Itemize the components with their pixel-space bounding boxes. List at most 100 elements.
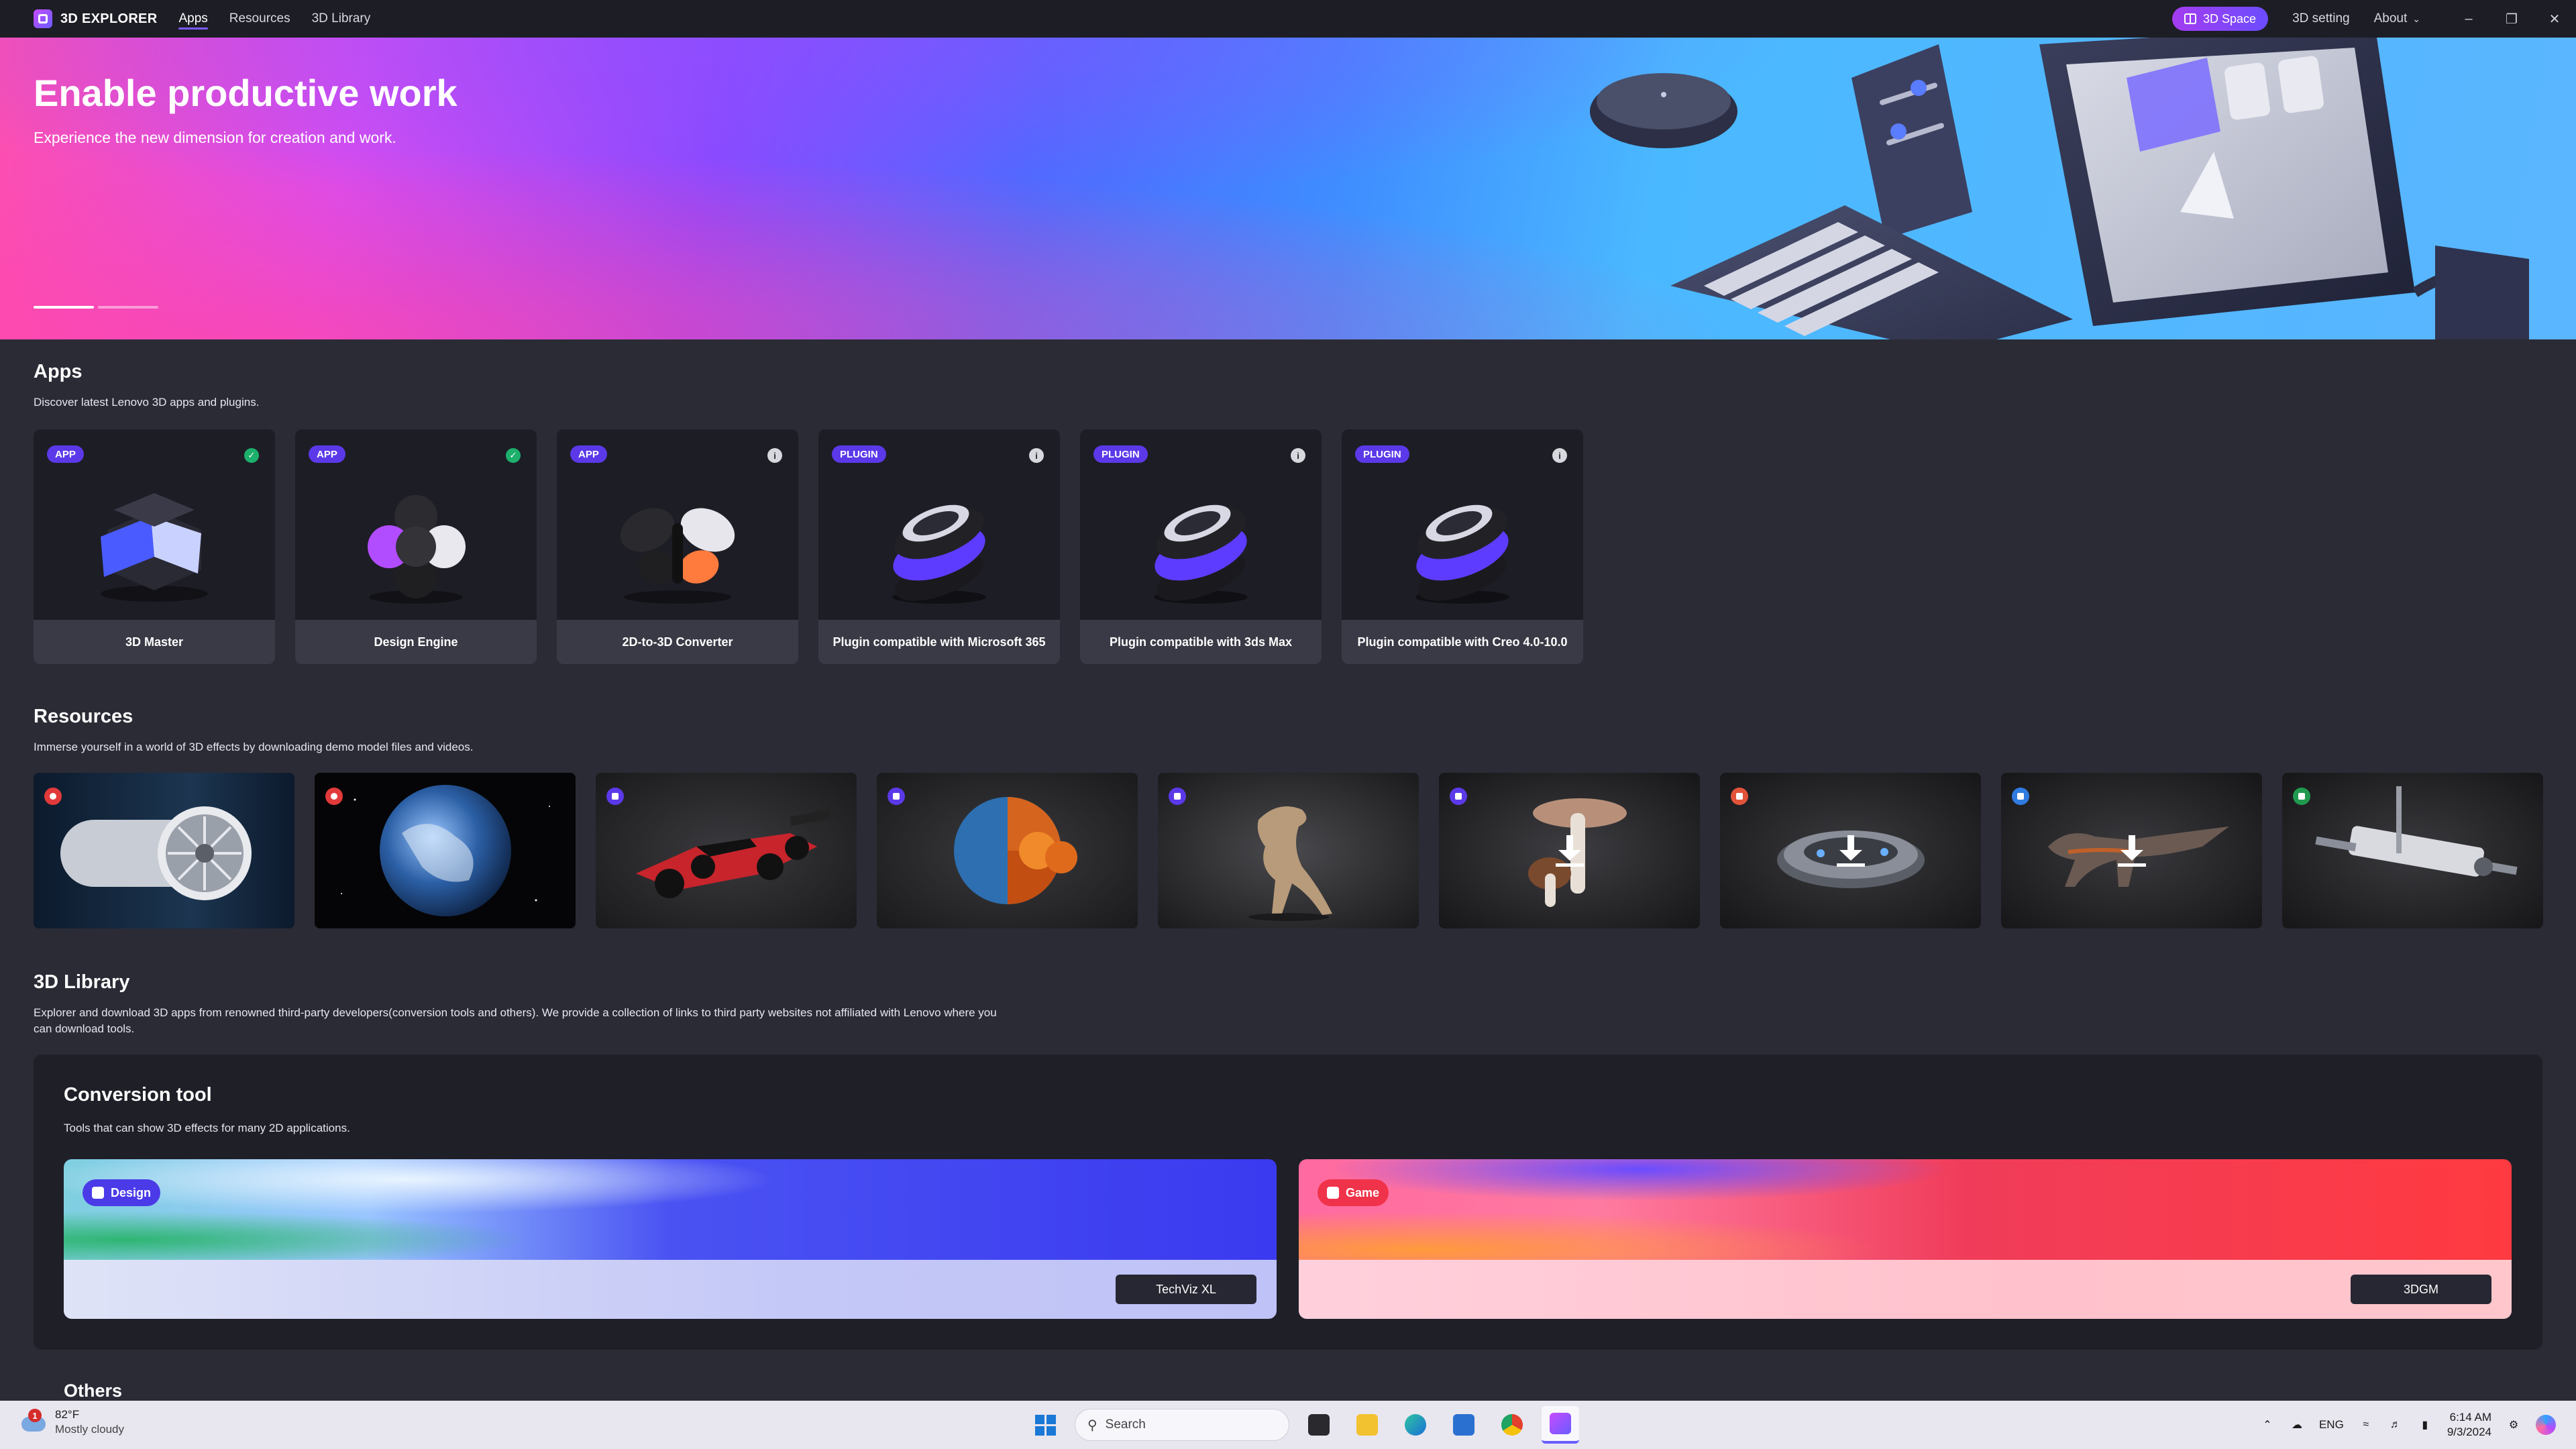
3d-space-label: 3D Space — [2203, 11, 2257, 25]
app-card-2d-to-3d-converter[interactable]: APP i 2D-to-3D Converter — [557, 429, 798, 664]
title-bar-right: 3D Space 3D setting About ⌄ – ❐ ✕ — [2172, 0, 2576, 38]
resource-card-jet-engine[interactable] — [34, 773, 294, 928]
app-card-plugin-3ds-max[interactable]: PLUGIN i Plugin compatible with 3ds Max — [1080, 429, 1322, 664]
plugin-lens-icon — [892, 504, 986, 604]
task-view-app[interactable] — [1300, 1406, 1338, 1444]
resource-card-disc-device[interactable] — [1720, 773, 1981, 928]
chrome-browser-icon — [1501, 1414, 1523, 1436]
close-button[interactable]: ✕ — [2533, 0, 2576, 38]
resource-card-earth[interactable] — [315, 773, 576, 928]
app-logo-icon — [34, 9, 52, 28]
resource-card-mushroom[interactable] — [1439, 773, 1700, 928]
resource-card-earth-core[interactable] — [877, 773, 1138, 928]
design-icon — [92, 1187, 104, 1199]
3dgm-button[interactable]: 3DGM — [2351, 1275, 2491, 1304]
taskbar-search[interactable]: ⚲ Search — [1075, 1409, 1289, 1441]
nav-apps[interactable]: Apps — [178, 0, 209, 38]
windows-taskbar: 1 82°F Mostly cloudy ⚲ Search ⌃ ☁ ENG ≈ … — [0, 1401, 2576, 1449]
search-placeholder: Search — [1105, 1417, 1146, 1432]
brand-name: 3D EXPLORER — [60, 11, 158, 26]
folder-icon — [1356, 1414, 1378, 1436]
tool-category-tag: Game — [1318, 1179, 1389, 1206]
download-icon[interactable] — [1554, 834, 1585, 867]
resource-card-dinosaur[interactable] — [2001, 773, 2262, 928]
app-type-badge: PLUGIN — [1093, 445, 1148, 463]
app-card-design-engine[interactable]: APP ✓ Design Engine — [295, 429, 537, 664]
resource-card-race-car[interactable] — [596, 773, 857, 928]
app-type-badge: PLUGIN — [832, 445, 886, 463]
resource-card-space-telescope[interactable] — [2282, 773, 2543, 928]
restore-button[interactable]: ❐ — [2490, 0, 2533, 38]
chevron-up-icon[interactable]: ⌃ — [2260, 1417, 2275, 1432]
others-section-title: Others — [64, 1381, 123, 1401]
clock[interactable]: 6:14 AM 9/3/2024 — [2447, 1410, 2491, 1440]
download-icon[interactable] — [1835, 834, 1866, 867]
app-card-plugin-microsoft-365[interactable]: PLUGIN i Plugin compatible with Microsof… — [818, 429, 1060, 664]
model-resource-icon — [1450, 788, 1467, 805]
cloud-sync-icon[interactable]: ☁ — [2290, 1417, 2304, 1432]
store-app[interactable] — [1445, 1406, 1483, 1444]
3d-setting-link[interactable]: 3D setting — [2292, 11, 2350, 26]
chrome-app[interactable] — [1493, 1406, 1531, 1444]
app-name: Plugin compatible with Creo 4.0-10.0 — [1342, 620, 1583, 664]
edge-browser-icon — [1405, 1414, 1426, 1436]
nav-3d-library[interactable]: 3D Library — [312, 0, 371, 38]
resource-card-t-rex[interactable] — [1158, 773, 1419, 928]
hero-banner[interactable]: Enable productive work Experience the ne… — [0, 38, 2576, 339]
3d-space-button[interactable]: 3D Space — [2172, 7, 2269, 31]
info-icon[interactable]: i — [1552, 448, 1567, 463]
tool-card-techviz[interactable]: Design TechViz XL — [64, 1159, 1277, 1319]
document-resource-icon — [2012, 788, 2029, 805]
file-explorer-app[interactable] — [1348, 1406, 1386, 1444]
app-name: Plugin compatible with 3ds Max — [1080, 620, 1322, 664]
volume-icon[interactable]: ♬ — [2388, 1417, 2403, 1432]
model-resource-icon — [606, 788, 624, 805]
nav-resources[interactable]: Resources — [229, 0, 290, 38]
edge-app[interactable] — [1397, 1406, 1434, 1444]
space-telescope-preview — [2315, 786, 2518, 877]
tool-category-tag: Design — [83, 1179, 161, 1206]
main-nav: Apps Resources 3D Library — [178, 0, 370, 38]
windows-start-button[interactable] — [1026, 1406, 1064, 1444]
library-description-line-1: Explorer and download 3D apps from renow… — [34, 1006, 997, 1019]
tool-card-3dgm[interactable]: Game 3DGM — [1299, 1159, 2512, 1319]
tool-banner — [64, 1159, 1277, 1260]
copilot-icon[interactable] — [2536, 1415, 2556, 1435]
title-bar: 3D EXPLORER Apps Resources 3D Library 3D… — [0, 0, 2576, 38]
techviz-xl-button[interactable]: TechViz XL — [1116, 1275, 1256, 1304]
weather-widget[interactable]: 1 82°F Mostly cloudy — [19, 1407, 124, 1437]
chevron-down-icon: ⌄ — [2412, 13, 2420, 24]
about-menu[interactable]: About ⌄ — [2374, 11, 2420, 26]
app-name: 3D Master — [34, 620, 275, 664]
hero-subtitle: Experience the new dimension for creatio… — [34, 129, 396, 146]
app-card-plugin-creo[interactable]: PLUGIN i Plugin compatible with Creo 4.0… — [1342, 429, 1583, 664]
carousel-dot-1[interactable] — [34, 306, 94, 309]
input-language[interactable]: ENG — [2319, 1418, 2344, 1432]
search-icon: ⚲ — [1087, 1417, 1097, 1433]
carousel-dot-2[interactable] — [98, 306, 158, 309]
clock-time: 6:14 AM — [2449, 1411, 2491, 1424]
taskbar-center: ⚲ Search — [1026, 1406, 1579, 1444]
app-type-badge: APP — [309, 445, 345, 463]
installed-check-icon: ✓ — [506, 448, 521, 463]
3d-explorer-app[interactable] — [1542, 1406, 1579, 1444]
wifi-icon[interactable]: ≈ — [2359, 1417, 2373, 1432]
download-icon[interactable] — [2116, 834, 2147, 867]
clock-date: 9/3/2024 — [2447, 1426, 2491, 1438]
minimize-button[interactable]: – — [2447, 0, 2490, 38]
plugin-lens-icon — [1154, 504, 1248, 604]
apps-section-description: Discover latest Lenovo 3D apps and plugi… — [34, 396, 260, 409]
battery-icon[interactable]: ▮ — [2418, 1417, 2432, 1432]
t-rex-preview — [1248, 806, 1332, 921]
app-card-3d-master[interactable]: APP ✓ 3D Master — [34, 429, 275, 664]
notification-bell-icon[interactable]: ⚙ — [2506, 1417, 2521, 1432]
conversion-tool-panel: Conversion tool Tools that can show 3D e… — [34, 1055, 2542, 1350]
tool-category-label: Game — [1346, 1185, 1380, 1199]
library-section-title: 3D Library — [34, 971, 130, 993]
task-view-icon — [1308, 1414, 1330, 1436]
weather-cloud-icon: 1 — [19, 1407, 48, 1437]
info-icon[interactable]: i — [1029, 448, 1044, 463]
app-name: Design Engine — [295, 620, 537, 664]
info-icon[interactable]: i — [1291, 448, 1305, 463]
info-icon[interactable]: i — [767, 448, 782, 463]
